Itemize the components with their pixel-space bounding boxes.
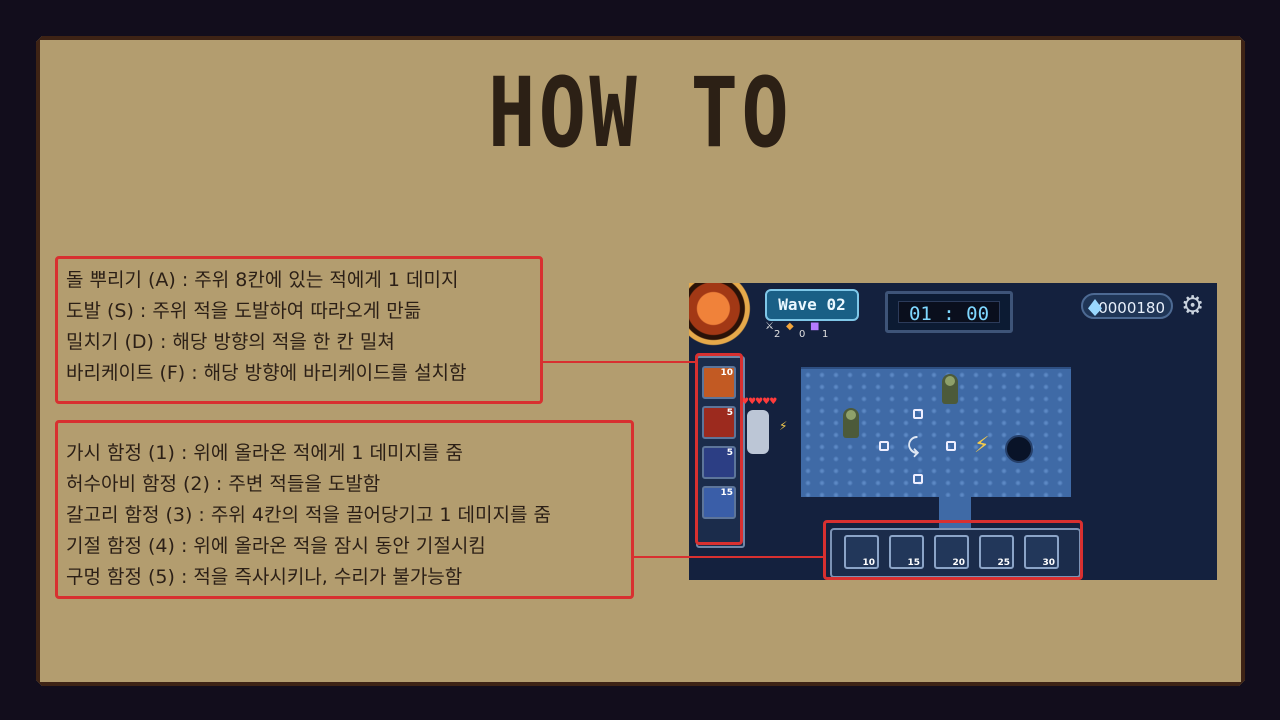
trap-description: 가시 함정 (1) : 위에 올라온 적에게 1 데미지를 줌 <box>66 442 463 464</box>
sword-icon: ⚔ <box>765 321 774 332</box>
trap-marker <box>946 441 956 451</box>
traps-description-box: 가시 함정 (1) : 위에 올라온 적에게 1 데미지를 줌 허수아비 함정 … <box>55 420 634 599</box>
gem-count: 0000180 <box>1098 299 1165 317</box>
trap-description: 구멍 함정 (5) : 적을 즉사시키나, 수리가 불가능함 <box>66 566 463 588</box>
timer-frame: 01 : 00 <box>885 291 1013 333</box>
pit-trap-icon <box>1005 435 1033 463</box>
enemy <box>843 408 859 438</box>
potion-icon: ■ <box>810 321 820 332</box>
stat-count: 0 <box>799 329 806 340</box>
player-character <box>747 410 769 454</box>
trap-description: 기절 함정 (4) : 위에 올라온 적을 잠시 동안 기절시킴 <box>66 535 486 557</box>
skill-description: 도발 (S) : 주위 적을 도발하여 따라오게 만듦 <box>66 300 422 322</box>
skills-description-box: 돌 뿌리기 (A) : 주위 8칸에 있는 적에게 1 데미지 도발 (S) :… <box>55 256 543 404</box>
wave-label: Wave 02 <box>765 289 859 321</box>
trap-marker <box>913 409 923 419</box>
skill-description: 밀치기 (D) : 해당 방향의 적을 한 칸 밀쳐 <box>66 331 395 353</box>
skill-description: 돌 뿌리기 (A) : 주위 8칸에 있는 적에게 1 데미지 <box>66 269 459 291</box>
trap-bar-highlight <box>823 520 1083 580</box>
stat-count: 1 <box>822 329 829 340</box>
dungeon-room <box>801 369 1071 497</box>
enemy <box>942 374 958 404</box>
skill-bar-highlight <box>695 353 743 545</box>
trap-description: 허수아비 함정 (2) : 주변 적들을 도발함 <box>66 473 381 495</box>
page-title: HOW TO <box>487 57 793 169</box>
hook-trap-icon: ⤹ <box>907 433 919 457</box>
stat-count: 2 <box>774 329 781 340</box>
shield-icon: ◆ <box>786 321 794 332</box>
trap-marker <box>879 441 889 451</box>
health-hearts: ♥♥♥♥♥ <box>741 397 777 407</box>
skills-connector-line <box>543 361 696 363</box>
traps-connector-line <box>634 556 824 558</box>
skill-description: 바리케이트 (F) : 해당 방향에 바리케이드를 설치함 <box>66 362 467 384</box>
trap-description: 갈고리 함정 (3) : 주위 4칸의 적을 끌어당기고 1 데미지를 줌 <box>66 504 551 526</box>
timer-display: 01 : 00 <box>898 301 1000 325</box>
stun-trap-icon: ⚡ <box>974 433 990 458</box>
stun-effect-icon: ⚡ <box>779 419 788 433</box>
gem-counter: 0000180 <box>1081 293 1173 319</box>
trap-marker <box>913 474 923 484</box>
player-portrait <box>689 283 763 347</box>
gear-icon[interactable]: ⚙ <box>1181 291 1204 321</box>
